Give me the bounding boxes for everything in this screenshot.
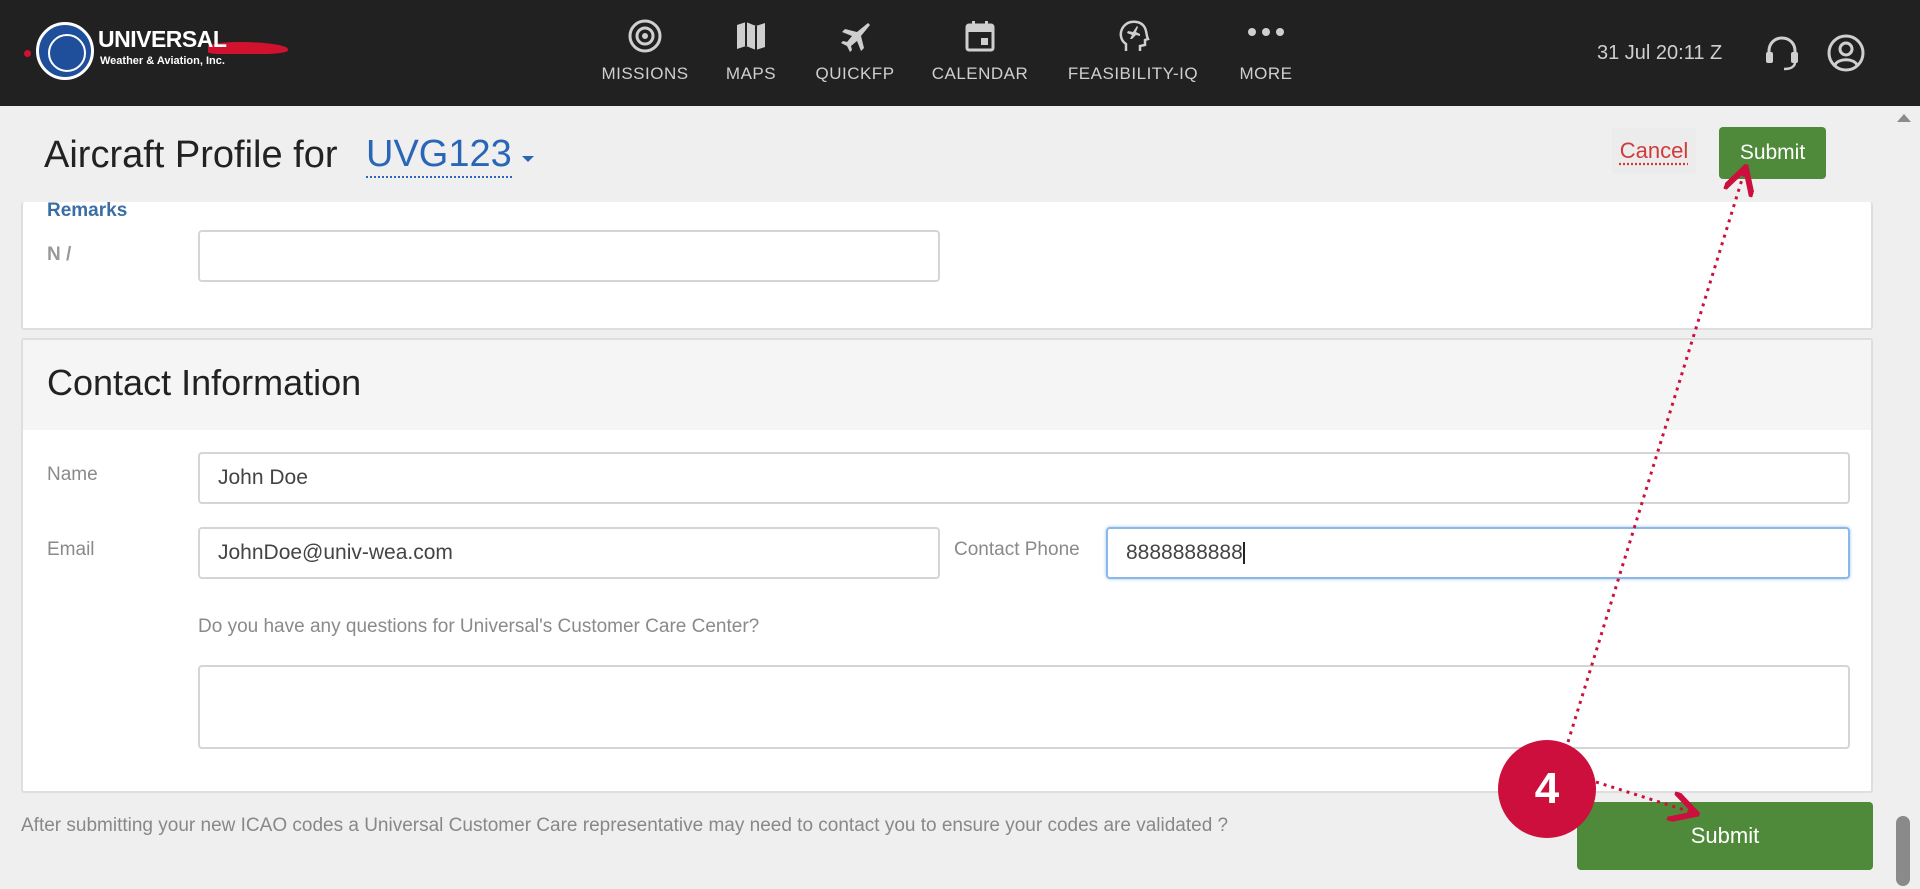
name-label: Name [47,464,98,485]
remarks-title: Remarks [47,200,128,221]
airplane-icon [841,23,870,52]
scroll-thumb[interactable] [1896,816,1910,886]
contact-phone-field[interactable]: 8888888888 [1106,527,1850,579]
submit-button-top[interactable]: Submit [1719,127,1826,179]
cancel-button[interactable]: Cancel [1612,128,1696,174]
page-title: Aircraft Profile for [44,134,338,176]
contact-information-card: Contact Information Name John Doe Email … [21,338,1873,793]
top-navigation-bar: UNIVERSAL Weather & Aviation, Inc. MISSI… [0,0,1920,106]
nav-missions[interactable]: MISSIONS [600,18,690,84]
support-button[interactable] [1762,33,1802,78]
nav-feasibility-iq-label: FEASIBILITY-IQ [1067,64,1199,83]
customer-care-question-label: Do you have any questions for Universal'… [198,616,760,637]
caret-down-icon[interactable] [522,156,534,162]
email-field[interactable]: JohnDoe@univ-wea.com [198,527,940,579]
nav-calendar[interactable]: CALENDAR [925,18,1035,84]
logo-name: UNIVERSAL [98,26,227,52]
remarks-row-label: N / [47,244,72,265]
universal-logo[interactable]: UNIVERSAL Weather & Aviation, Inc. [22,20,288,84]
nav-calendar-label: CALENDAR [931,64,1029,83]
contact-title: Contact Information [47,362,362,403]
globe-icon [36,22,94,80]
profile-header: Aircraft Profile for UVG123 Cancel Submi… [0,106,1888,202]
nav-quickfp-label: QUICKFP [815,64,895,83]
calendar-icon [965,21,995,52]
remarks-card: Remarks N / [21,200,1873,330]
utc-clock: 31 Jul 20:11 Z [1597,42,1723,64]
nav-maps-label: MAPS [725,64,777,83]
head-plane-icon [1119,20,1150,51]
nav-feasibility-iq[interactable]: FEASIBILITY-IQ [1062,18,1204,84]
nav-maps[interactable]: MAPS [711,18,791,84]
contact-phone-value: 8888888888 [1126,541,1243,564]
email-label: Email [47,539,95,560]
target-icon [628,19,662,53]
logo-subtitle: Weather & Aviation, Inc. [100,55,225,67]
headset-icon [1766,36,1798,71]
step-number-badge: 4 [1498,740,1596,838]
tail-number-dropdown[interactable]: UVG123 [366,133,512,178]
more-dots-icon [1248,28,1284,36]
remarks-input[interactable] [198,230,940,282]
account-button[interactable] [1826,33,1866,78]
contact-header: Contact Information [23,340,1871,430]
map-icon [737,22,765,50]
customer-care-question-textarea[interactable] [198,665,1850,749]
nav-more-label: MORE [1239,64,1293,83]
nav-missions-label: MISSIONS [601,64,689,83]
text-cursor [1242,542,1245,565]
logo-dot [24,50,31,57]
user-circle-icon [1827,34,1865,72]
submit-button-bottom[interactable]: Submit [1577,802,1873,870]
name-field[interactable]: John Doe [198,452,1850,504]
validation-note: After submitting your new ICAO codes a U… [21,815,1229,836]
nav-quickfp[interactable]: QUICKFP [810,18,900,84]
vertical-scrollbar[interactable] [1888,106,1920,889]
contact-phone-label: Contact Phone [954,539,1080,560]
scroll-up-arrow-icon[interactable] [1897,114,1911,122]
nav-more[interactable]: MORE [1230,18,1302,84]
